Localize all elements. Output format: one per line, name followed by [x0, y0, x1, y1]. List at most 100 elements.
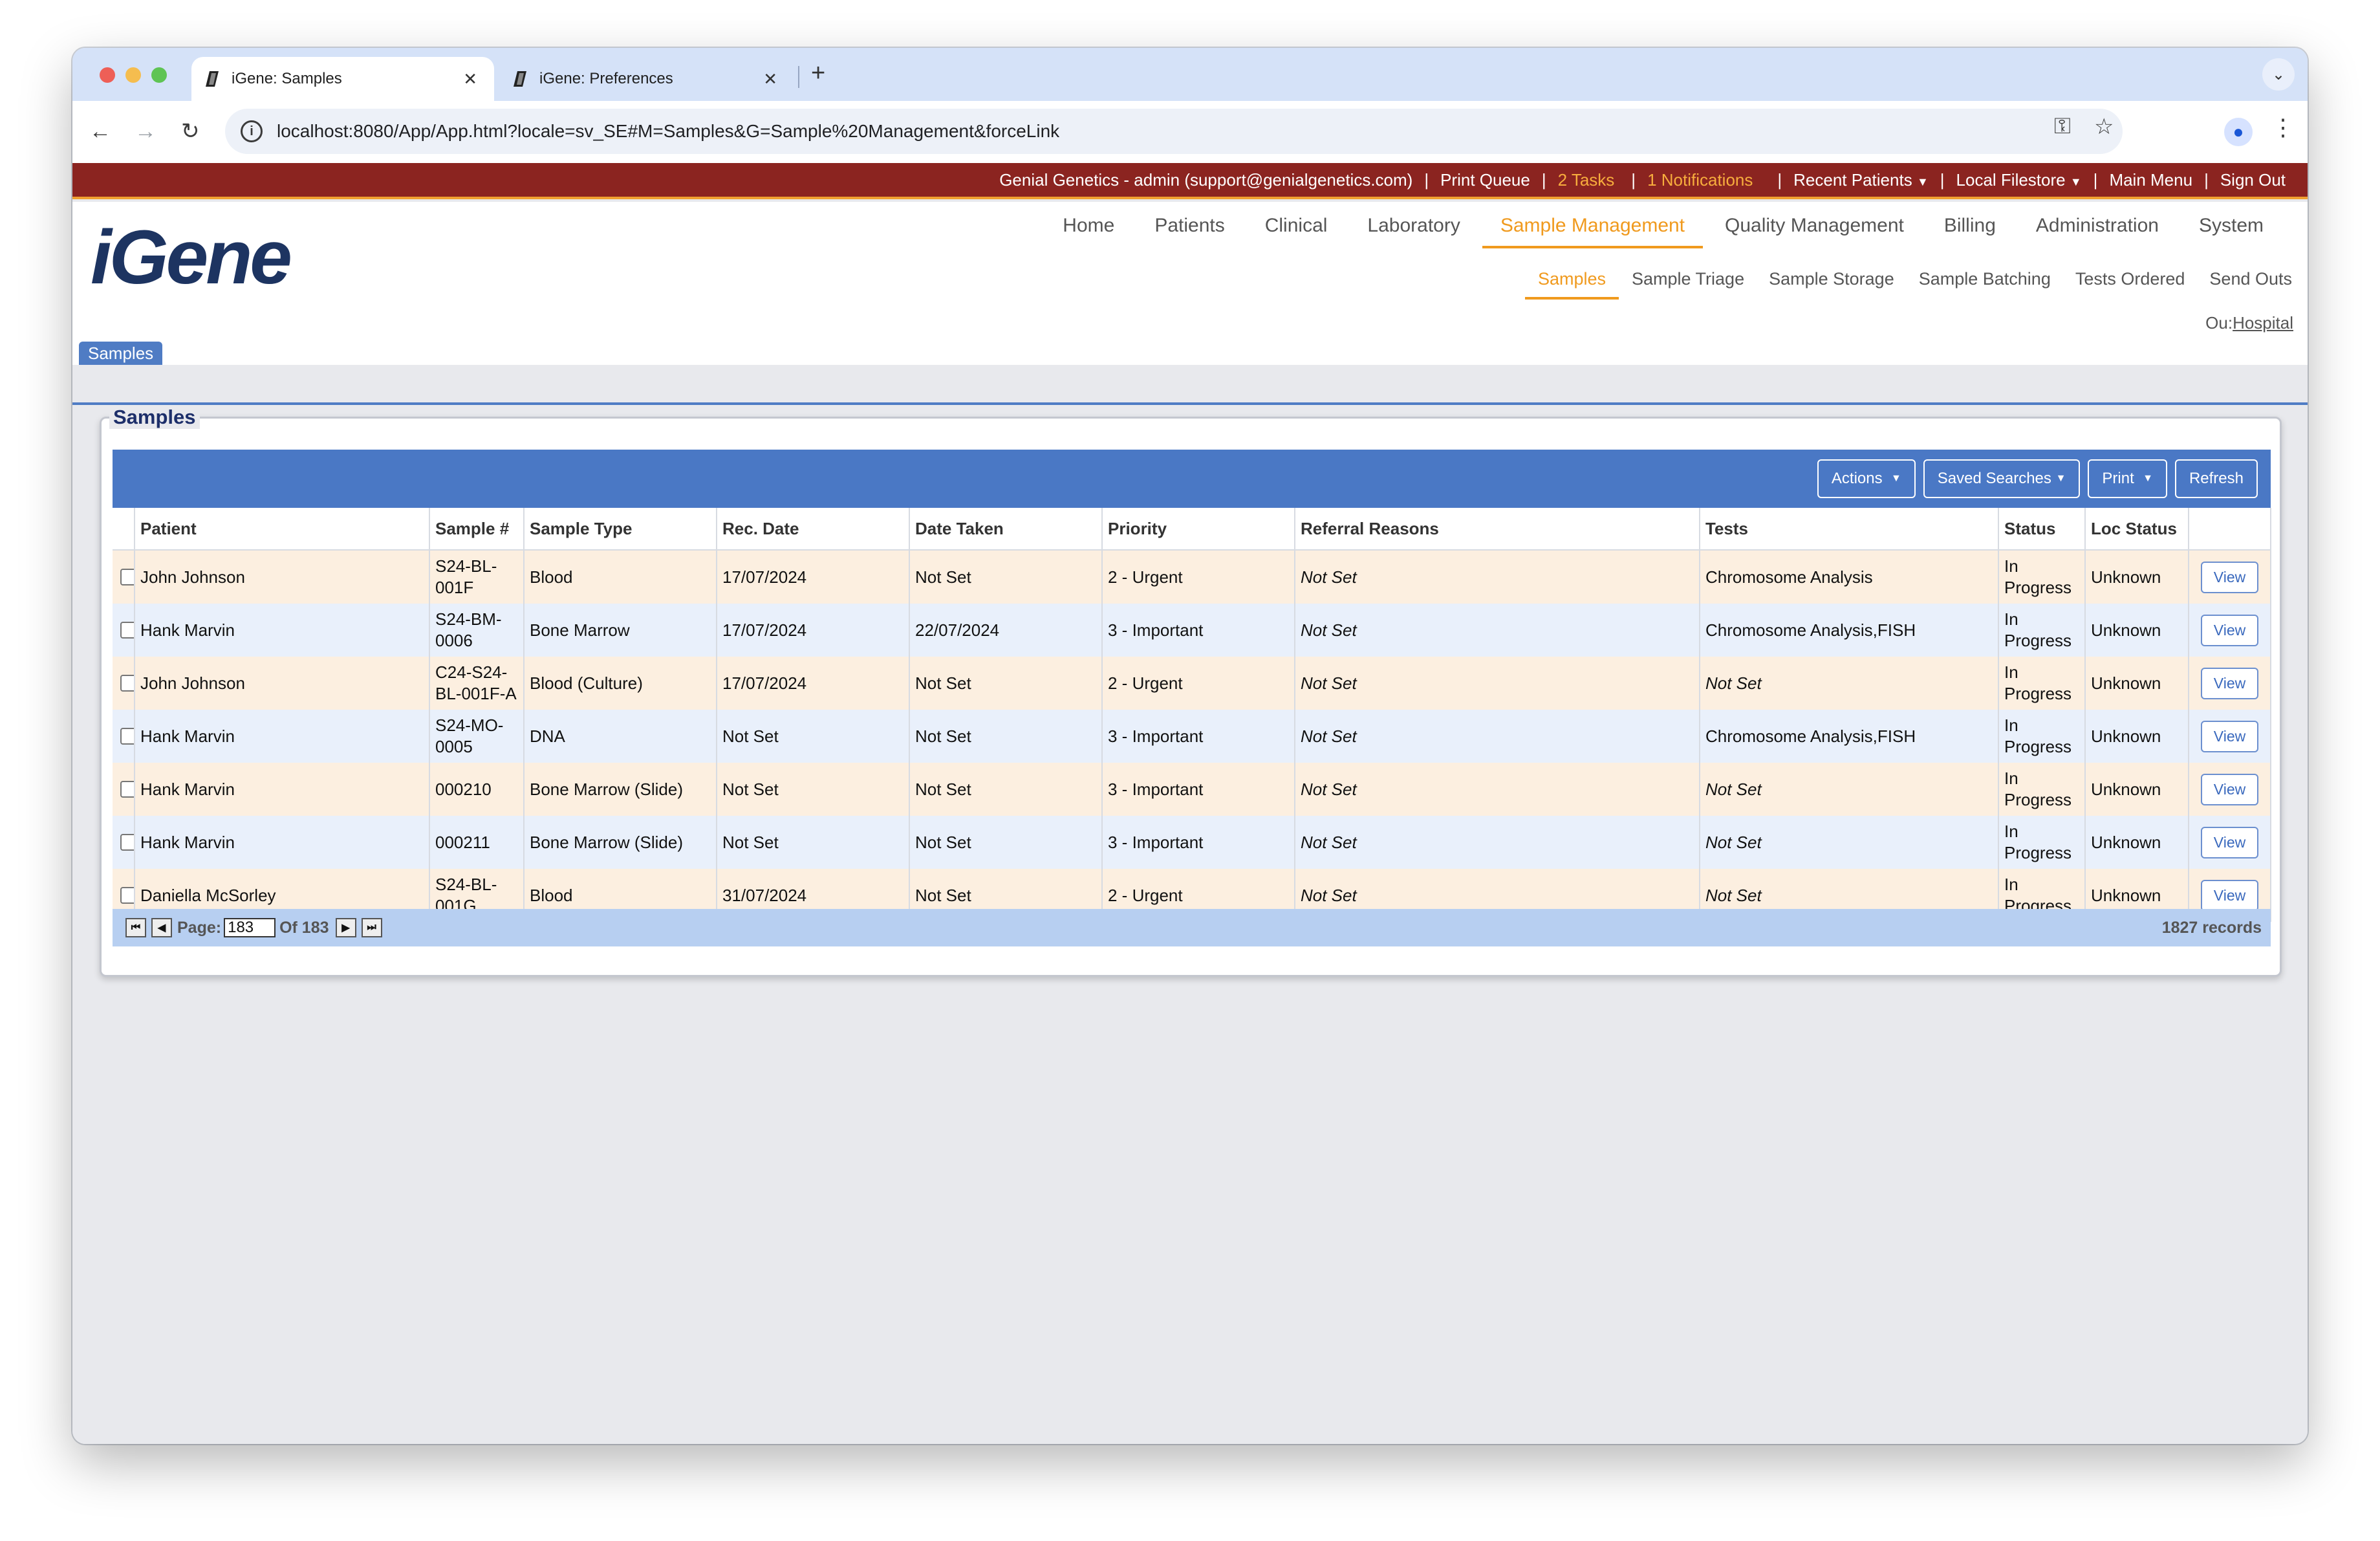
notifications-link[interactable]: 1 Notifications	[1647, 170, 1753, 190]
page-number-input[interactable]: 183	[224, 918, 276, 937]
recent-patients-menu[interactable]: Recent Patients ▼	[1793, 170, 1929, 190]
view-button[interactable]: View	[2200, 773, 2259, 805]
refresh-button[interactable]: Refresh	[2174, 459, 2258, 498]
back-arrow-icon[interactable]: ←	[89, 116, 111, 146]
table-row[interactable]: Hank Marvin S24-BM-0006 Bone Marrow 17/0…	[113, 604, 2271, 657]
nav-billing[interactable]: Billing	[1944, 210, 1996, 248]
column-header-sample-number[interactable]: Sample #	[429, 508, 525, 551]
row-checkbox[interactable]	[120, 887, 133, 904]
forward-arrow-icon[interactable]: →	[135, 116, 157, 146]
reload-icon[interactable]: ↻	[181, 116, 200, 146]
address-bar[interactable]: i localhost:8080/App/App.html?locale=sv_…	[225, 109, 2123, 154]
igene-logo: iGene	[91, 215, 292, 300]
column-header-tests[interactable]: Tests	[1700, 508, 1999, 551]
new-tab-icon[interactable]: +	[811, 60, 825, 87]
column-header-date-taken[interactable]: Date Taken	[909, 508, 1103, 551]
close-tab-icon[interactable]: ✕	[763, 69, 777, 89]
cell-priority: 2 - Urgent	[1102, 657, 1295, 710]
previous-page-icon[interactable]: ◀	[151, 918, 172, 937]
table-row[interactable]: John Johnson C24-S24-BL-001F-A Blood (Cu…	[113, 657, 2271, 710]
saved-searches-button[interactable]: Saved Searches ▼	[1923, 459, 2081, 498]
tasks-link[interactable]: 2 Tasks	[1558, 170, 1615, 190]
next-page-icon[interactable]: ▶	[335, 918, 356, 937]
view-button[interactable]: View	[2200, 561, 2259, 593]
nav-quality-management[interactable]: Quality Management	[1725, 210, 1904, 248]
local-filestore-menu[interactable]: Local Filestore ▼	[1956, 170, 2082, 190]
cell-referral-reasons: Not Set	[1295, 816, 1700, 869]
sign-out-link[interactable]: Sign Out	[2220, 170, 2286, 190]
zoom-window-button[interactable]	[151, 67, 167, 83]
nav-clinical[interactable]: Clinical	[1265, 210, 1328, 248]
profile-avatar-icon[interactable]: ●	[2224, 118, 2253, 146]
view-button[interactable]: View	[2200, 614, 2259, 646]
row-checkbox[interactable]	[120, 728, 133, 745]
first-page-icon[interactable]: ⏮	[125, 918, 146, 937]
row-checkbox[interactable]	[120, 834, 133, 851]
subnav-tests-ordered[interactable]: Tests Ordered	[2075, 269, 2185, 300]
table-header-row: Patient Sample # Sample Type Rec. Date D…	[113, 508, 2271, 551]
close-window-button[interactable]	[100, 67, 115, 83]
url-text[interactable]: localhost:8080/App/App.html?locale=sv_SE…	[277, 121, 1059, 142]
sub-nav: Samples Sample Triage Sample Storage Sam…	[1512, 269, 2292, 300]
cell-referral-reasons: Not Set	[1295, 657, 1700, 710]
browser-tab-samples[interactable]: iGene: Samples ✕	[191, 57, 494, 101]
view-button[interactable]: View	[2200, 826, 2259, 858]
actions-button[interactable]: Actions ▼	[1817, 459, 1916, 498]
subnav-sample-batching[interactable]: Sample Batching	[1919, 269, 2051, 300]
column-header-sample-type[interactable]: Sample Type	[524, 508, 717, 551]
cell-tests: Chromosome Analysis,FISH	[1700, 710, 1999, 763]
cell-patient: John Johnson	[135, 657, 430, 710]
browser-menu-icon[interactable]: ⋮	[2271, 114, 2295, 141]
view-button[interactable]: View	[2200, 667, 2259, 699]
subnav-sample-storage[interactable]: Sample Storage	[1769, 269, 1894, 300]
view-button[interactable]: View	[2200, 720, 2259, 752]
cell-tests: Chromosome Analysis	[1700, 550, 1999, 604]
site-info-icon[interactable]: i	[241, 120, 263, 142]
row-checkbox[interactable]	[120, 622, 133, 639]
ou-hospital-link[interactable]: Hospital	[2233, 313, 2293, 333]
row-checkbox[interactable]	[120, 781, 133, 798]
browser-tab-preferences[interactable]: iGene: Preferences ✕	[499, 57, 794, 101]
nav-patients[interactable]: Patients	[1154, 210, 1224, 248]
table-row[interactable]: Hank Marvin 000211 Bone Marrow (Slide) N…	[113, 816, 2271, 869]
tab-title: iGene: Samples	[232, 70, 342, 87]
column-header-rec-date[interactable]: Rec. Date	[717, 508, 910, 551]
print-queue-link[interactable]: Print Queue	[1440, 170, 1530, 190]
nav-home[interactable]: Home	[1063, 210, 1114, 248]
page-count-label: Of 183	[279, 918, 329, 937]
close-tab-icon[interactable]: ✕	[463, 69, 477, 89]
cell-date-taken: 22/07/2024	[909, 604, 1103, 657]
nav-system[interactable]: System	[2199, 210, 2264, 248]
column-header-referral-reasons[interactable]: Referral Reasons	[1295, 508, 1700, 551]
chevron-down-icon: ▼	[2055, 473, 2066, 484]
cell-rec-date: Not Set	[717, 816, 910, 869]
table-row[interactable]: John Johnson S24-BL-001F Blood 17/07/202…	[113, 550, 2271, 604]
subnav-sample-triage[interactable]: Sample Triage	[1632, 269, 1744, 300]
last-page-icon[interactable]: ⏭	[361, 918, 382, 937]
tab-search-chevron-icon[interactable]: ⌄	[2262, 58, 2295, 91]
nav-laboratory[interactable]: Laboratory	[1367, 210, 1460, 248]
column-header-loc-status[interactable]: Loc Status	[2085, 508, 2189, 551]
row-checkbox[interactable]	[120, 569, 133, 585]
nav-administration[interactable]: Administration	[2036, 210, 2159, 248]
cell-priority: 2 - Urgent	[1102, 550, 1295, 604]
password-key-icon[interactable]: ⚿	[2054, 114, 2071, 139]
table-row[interactable]: Hank Marvin 000210 Bone Marrow (Slide) N…	[113, 763, 2271, 816]
bookmark-star-icon[interactable]: ☆	[2094, 114, 2114, 140]
page-tab-samples[interactable]: Samples	[79, 342, 163, 365]
view-button[interactable]: View	[2200, 879, 2259, 912]
print-button[interactable]: Print ▼	[2088, 459, 2167, 498]
column-header-priority[interactable]: Priority	[1102, 508, 1295, 551]
column-header-status[interactable]: Status	[1998, 508, 2086, 551]
tab-strip: iGene: Samples ✕ iGene: Preferences ✕ + …	[72, 48, 2308, 101]
nav-sample-management[interactable]: Sample Management	[1482, 210, 1704, 248]
cell-referral-reasons: Not Set	[1295, 710, 1700, 763]
main-menu-link[interactable]: Main Menu	[2109, 170, 2192, 190]
minimize-window-button[interactable]	[125, 67, 141, 83]
subnav-samples[interactable]: Samples	[1524, 269, 1619, 300]
cell-date-taken: Not Set	[909, 710, 1103, 763]
subnav-send-outs[interactable]: Send Outs	[2209, 269, 2292, 300]
row-checkbox[interactable]	[120, 675, 133, 692]
table-row[interactable]: Hank Marvin S24-MO-0005 DNA Not Set Not …	[113, 710, 2271, 763]
column-header-patient[interactable]: Patient	[135, 508, 430, 551]
